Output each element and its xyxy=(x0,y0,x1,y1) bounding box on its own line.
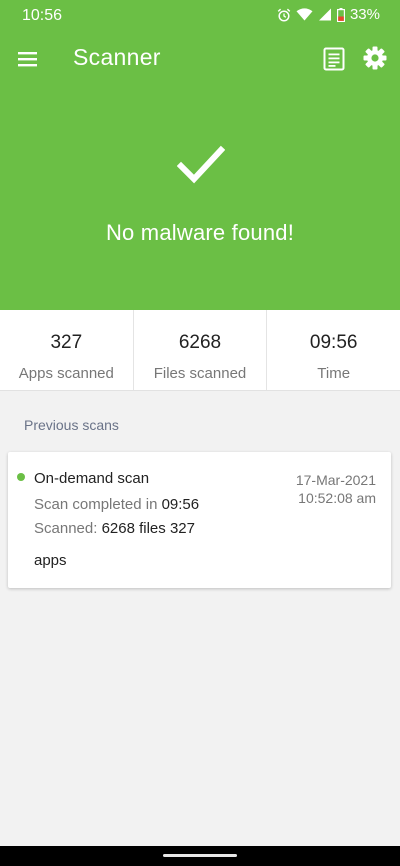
stat-value: 09:56 xyxy=(309,332,358,353)
gear-icon xyxy=(363,46,387,70)
battery-icon xyxy=(336,7,345,22)
scan-history-card[interactable]: On-demand scan Scan completed in 09:56 S… xyxy=(8,452,391,588)
log-icon xyxy=(323,47,345,71)
scan-stats: 327 Apps scanned 6268 Files scanned 09:5… xyxy=(0,310,400,391)
stat-files-scanned: 6268 Files scanned xyxy=(132,310,267,390)
stat-label: Files scanned xyxy=(153,365,247,382)
scanned-count: 6268 files 327 xyxy=(101,520,195,537)
stat-label: Apps scanned xyxy=(18,365,114,382)
app-bar: Scanner xyxy=(0,32,400,88)
stat-value: 327 xyxy=(50,332,83,353)
battery-percent: 33% xyxy=(349,6,380,23)
scanned-summary-tail: apps xyxy=(34,552,67,569)
navigation-bar xyxy=(0,846,400,866)
scan-completed-line: Scan completed in 09:56 xyxy=(34,496,200,513)
scanned-summary-line: Scanned: 6268 files 327 xyxy=(34,520,195,537)
stat-apps-scanned: 327 Apps scanned xyxy=(0,310,133,390)
menu-button[interactable] xyxy=(16,46,42,72)
scan-result-message: No malware found! xyxy=(105,220,295,245)
scan-type: On-demand scan xyxy=(34,470,150,487)
check-icon xyxy=(176,145,226,185)
settings-button[interactable] xyxy=(362,45,388,71)
scan-time: 10:52:08 am xyxy=(298,490,376,506)
app-title: Scanner xyxy=(73,44,161,70)
scan-log-button[interactable] xyxy=(322,45,346,73)
signal-icon xyxy=(318,8,331,21)
scan-timestamp: 17-Mar-2021 10:52:08 am xyxy=(296,471,376,507)
scan-date: 17-Mar-2021 xyxy=(295,472,376,488)
wifi-icon xyxy=(296,8,313,21)
alarm-icon xyxy=(277,8,291,22)
stat-value: 6268 xyxy=(178,332,222,353)
stat-label: Time xyxy=(317,365,351,382)
home-gesture-handle[interactable] xyxy=(163,854,237,857)
hamburger-icon xyxy=(18,52,37,67)
previous-scans-heading: Previous scans xyxy=(24,417,119,433)
status-bar: 10:56 33% xyxy=(0,0,400,32)
status-time: 10:56 xyxy=(22,7,63,24)
stat-time: 09:56 Time xyxy=(266,310,400,390)
status-dot xyxy=(17,473,25,481)
status-icons: 33% xyxy=(277,6,380,23)
scan-duration: 09:56 xyxy=(161,496,200,513)
